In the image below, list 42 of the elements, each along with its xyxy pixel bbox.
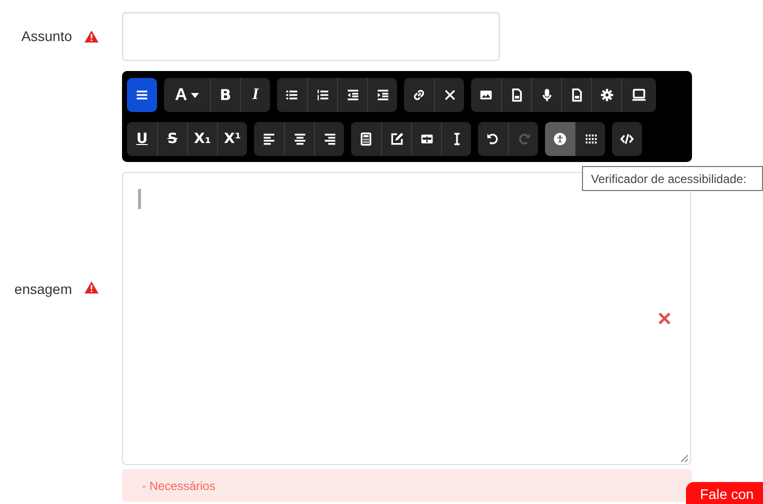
tooltip: Verificador de acessibilidade: (582, 166, 763, 191)
accessibility-icon (553, 132, 567, 146)
font-button[interactable]: A (164, 78, 210, 112)
subject-field[interactable] (122, 12, 500, 61)
code-icon (620, 132, 634, 146)
file-icon (510, 88, 524, 102)
indent-icon (376, 88, 390, 102)
monitor-icon (632, 88, 646, 102)
table-icon (420, 132, 434, 146)
menu-button[interactable] (127, 78, 157, 112)
grid-icon (584, 132, 598, 146)
subscript-button[interactable]: X₁ (187, 122, 217, 156)
calculator-icon (359, 132, 373, 146)
align-left-icon (262, 132, 276, 146)
menu-icon (135, 88, 149, 102)
field-label: Assunto (21, 27, 72, 46)
superscript-button[interactable]: X¹ (217, 122, 247, 156)
bold-button[interactable]: B (210, 78, 240, 112)
undo-icon (486, 132, 500, 146)
error-message: - Necessários (122, 469, 692, 502)
underline-button[interactable]: U (127, 122, 157, 156)
redo-icon (516, 132, 530, 146)
caret-icon (191, 92, 200, 98)
text-cursor-icon (138, 189, 141, 209)
toolbar-button[interactable] (545, 122, 575, 156)
field-label: ensagem (14, 280, 72, 299)
gear-icon (600, 88, 614, 102)
link-icon (412, 88, 426, 102)
image-icon (479, 88, 493, 102)
close-icon[interactable] (658, 312, 671, 325)
microphone-icon (540, 88, 554, 102)
bullet-list-icon (285, 88, 299, 102)
strikethrough-button[interactable]: S (157, 122, 187, 156)
italic-button[interactable]: I (240, 78, 270, 112)
numbered-list-icon (316, 88, 330, 102)
contact-button[interactable]: Fale con (686, 482, 763, 504)
align-right-icon (322, 132, 336, 146)
resize-handle-icon[interactable] (680, 454, 688, 462)
align-center-icon (292, 132, 306, 146)
outdent-icon (346, 88, 360, 102)
file-icon (570, 88, 584, 102)
edit-icon (390, 132, 404, 146)
